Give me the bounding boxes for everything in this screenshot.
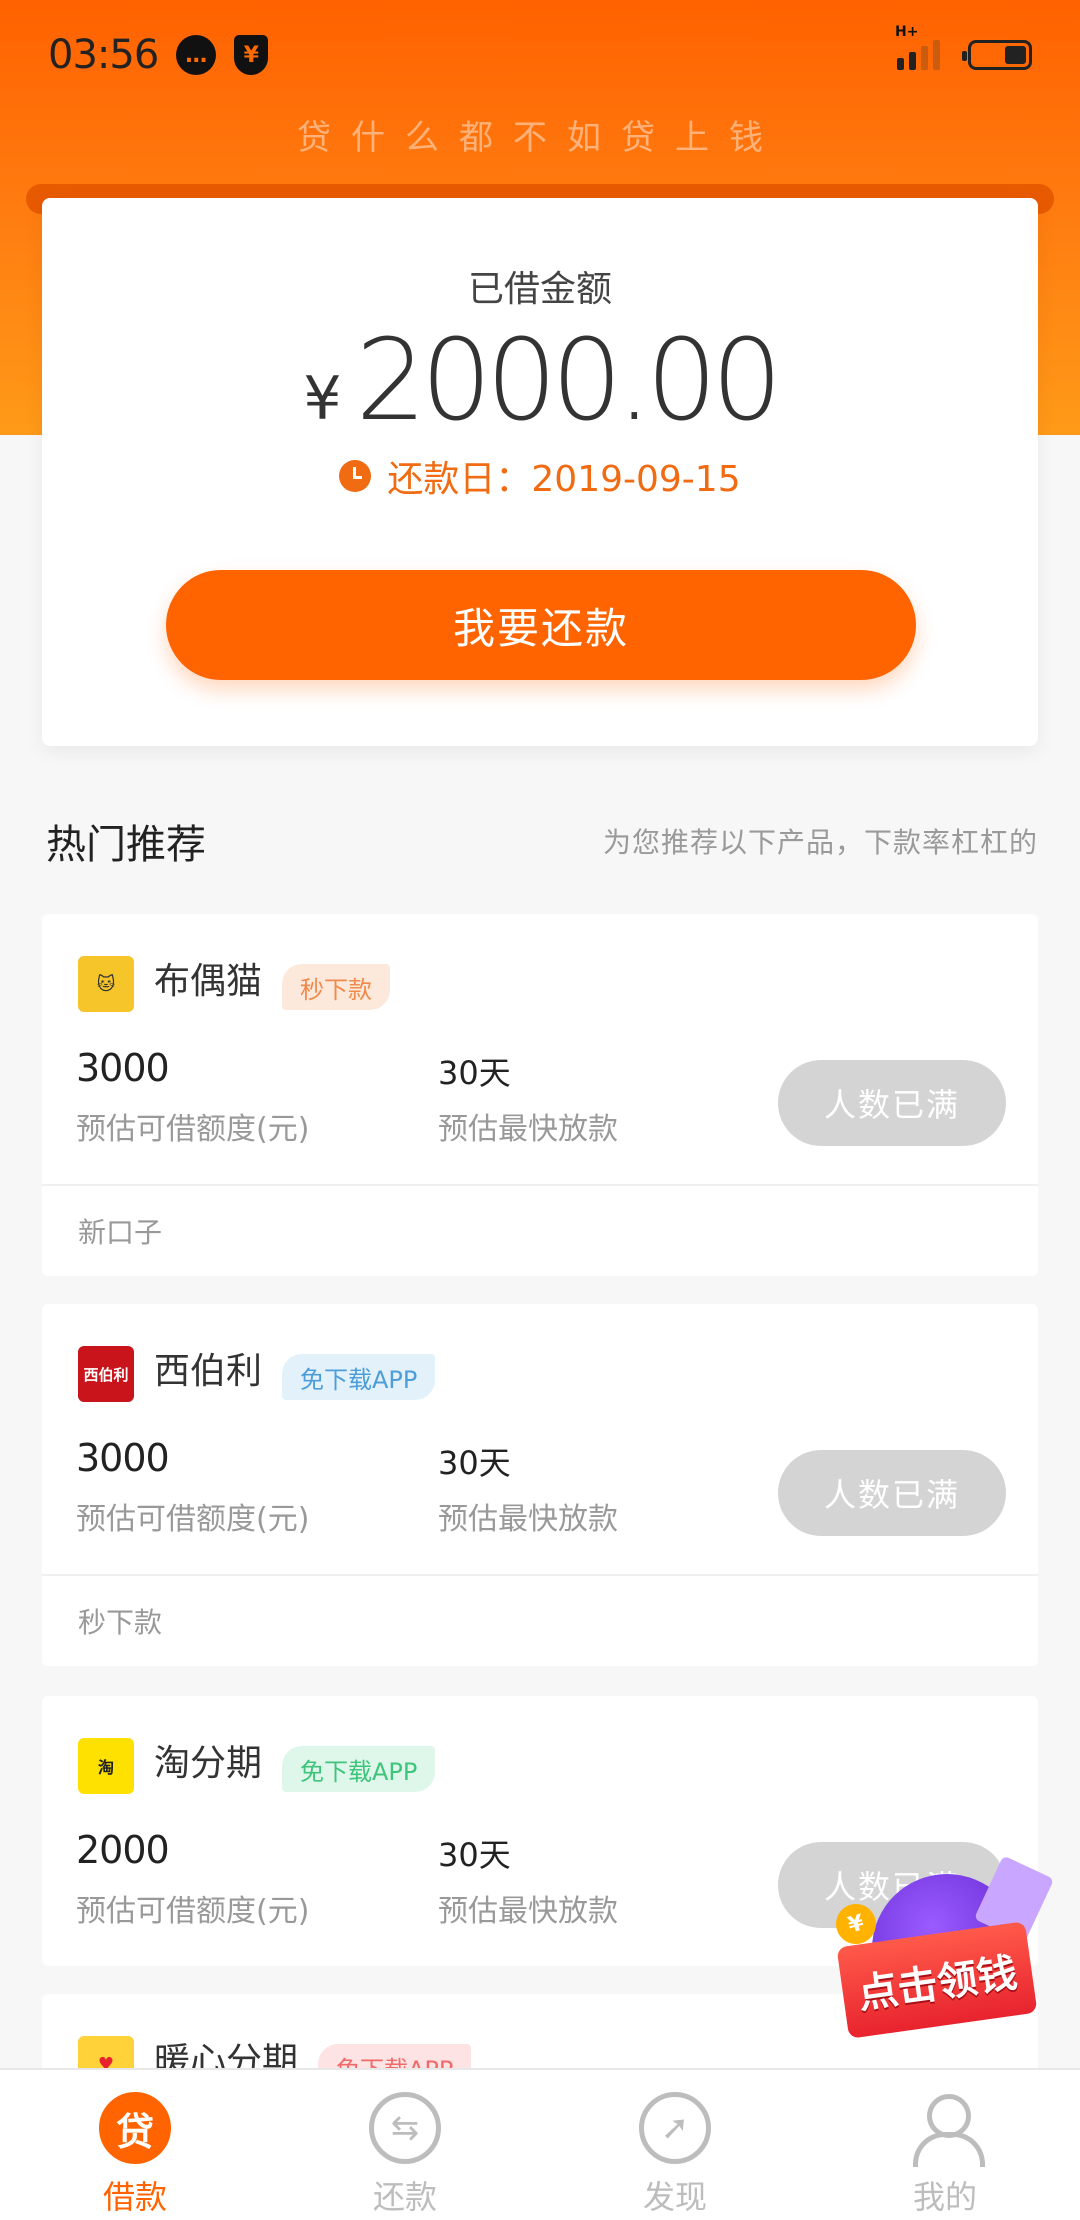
borrowed-amount-label: 已借金额: [467, 269, 612, 310]
product-card[interactable]: 西伯利 西伯利 免下载APP 3000 预估可借额度(元) 30天 预估最快放款…: [42, 1304, 1038, 1666]
tab-repay[interactable]: ⇆ 还款: [270, 2070, 540, 2220]
exchange-icon: ⇆: [369, 2092, 441, 2164]
full-quota-button[interactable]: 人数已满: [778, 1060, 1006, 1146]
taofenqi-logo-icon: 淘: [78, 1738, 134, 1794]
recommend-title: 热门推荐: [46, 822, 206, 868]
header-slogan: 贷什么都不如贷上钱: [297, 118, 783, 158]
product-note: 新口子: [42, 1184, 1038, 1276]
tab-discover[interactable]: ➚ 发现: [540, 2070, 810, 2220]
status-right: H+: [895, 24, 1032, 70]
amount-value: 2000.00: [355, 316, 783, 446]
tab-label: 还款: [372, 2178, 437, 2216]
claim-money-promo[interactable]: ¥ 点击领钱: [831, 1855, 1055, 2048]
product-days: 30天: [438, 1054, 511, 1092]
tab-borrow[interactable]: 贷 借款: [0, 2070, 270, 2220]
status-time: 03:56: [48, 32, 159, 78]
product-days-label: 预估最快放款: [438, 1502, 618, 1537]
bottom-tab-bar: 贷 借款 ⇆ 还款 ➚ 发现 我的: [0, 2068, 1080, 2220]
clock-icon: [339, 460, 372, 492]
product-days-label: 预估最快放款: [438, 1112, 618, 1147]
tab-label: 借款: [102, 2178, 167, 2216]
recommend-header: 热门推荐 为您推荐以下产品，下款率杠杠的: [46, 812, 1038, 870]
tab-label: 发现: [642, 2178, 707, 2216]
yuan-shield-icon: ¥: [234, 35, 269, 75]
currency-symbol: ¥: [303, 364, 342, 434]
product-amount: 3000: [76, 1046, 170, 1090]
product-days: 30天: [438, 1836, 511, 1874]
battery-icon: [962, 40, 1032, 70]
product-tag: 免下载APP: [282, 1746, 436, 1792]
full-quota-button[interactable]: 人数已满: [778, 1450, 1006, 1536]
repay-button[interactable]: 我要还款: [166, 570, 916, 680]
xiboli-logo-icon: 西伯利: [78, 1346, 134, 1402]
product-amount-label: 预估可借额度(元): [76, 1894, 310, 1929]
loan-icon: 贷: [99, 2092, 171, 2164]
product-amount: 2000: [76, 1828, 170, 1872]
product-card[interactable]: 🐱 布偶猫 秒下款 3000 预估可借额度(元) 30天 预估最快放款 人数已满…: [42, 914, 1038, 1276]
product-name: 淘分期: [154, 1743, 263, 1784]
product-days: 30天: [438, 1444, 511, 1482]
product-amount-label: 预估可借额度(元): [76, 1112, 310, 1147]
loan-summary-card: 已借金额 ¥ 2000.00 还款日：2019-09-15 我要还款: [42, 198, 1038, 746]
product-tag: 秒下款: [282, 964, 390, 1010]
compass-icon: ➚: [639, 2092, 711, 2164]
signal-icon: H+: [895, 24, 940, 70]
product-name: 西伯利: [154, 1351, 263, 1392]
network-type: H+: [895, 24, 919, 40]
tab-mine[interactable]: 我的: [810, 2070, 1080, 2220]
product-amount-label: 预估可借额度(元): [76, 1502, 310, 1537]
due-date-text: 还款日：2019-09-15: [387, 459, 741, 500]
product-amount: 3000: [76, 1436, 170, 1480]
product-name: 布偶猫: [154, 961, 263, 1002]
product-tag: 免下载APP: [282, 1354, 436, 1400]
tab-label: 我的: [912, 2178, 977, 2216]
message-icon: …: [176, 35, 217, 75]
cat-logo-icon: 🐱: [78, 956, 134, 1012]
recommend-subtitle: 为您推荐以下产品，下款率杠杠的: [602, 826, 1038, 859]
status-bar: 03:56 … ¥ H+: [0, 0, 1080, 110]
user-icon: [909, 2092, 985, 2167]
product-note: 秒下款: [42, 1574, 1038, 1666]
due-date-row: 还款日：2019-09-15: [42, 450, 1038, 502]
product-days-label: 预估最快放款: [438, 1894, 618, 1929]
borrowed-amount: ¥ 2000.00: [42, 316, 1038, 446]
